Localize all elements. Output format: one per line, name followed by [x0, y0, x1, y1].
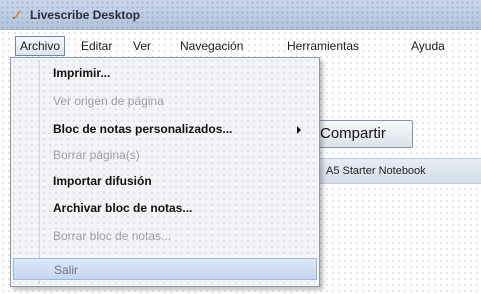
menu-item-delete-notebook: Borrar bloc de notas...	[53, 229, 172, 243]
notebook-tab[interactable]: A5 Starter Notebook	[316, 158, 481, 184]
menu-editar[interactable]: Editar	[81, 36, 112, 56]
menu-item-custom-notebooks[interactable]: Bloc de notas personalizados...	[13, 118, 317, 140]
menu-item-import-pencast[interactable]: Importar difusión	[13, 170, 317, 192]
menu-ver[interactable]: Ver	[133, 36, 151, 56]
submenu-arrow-icon	[297, 126, 301, 134]
menu-item-archive-notebook[interactable]: Archivar bloc de notas...	[13, 197, 317, 219]
notebook-name: A5 Starter Notebook	[326, 165, 426, 177]
livescribe-app-icon	[13, 10, 21, 19]
menu-ayuda[interactable]: Ayuda	[411, 36, 445, 56]
menu-item-exit[interactable]: Salir	[13, 258, 317, 280]
file-menu-dropdown: Imprimir... Ver origen de página Bloc de…	[10, 57, 320, 287]
share-button[interactable]: Compartir	[313, 120, 413, 148]
menu-item-print[interactable]: Imprimir...	[13, 62, 317, 84]
menu-item-custom-notebooks-label: Bloc de notas personalizados...	[53, 122, 233, 136]
title-bar: Livescribe Desktop	[0, 0, 481, 30]
window-title: Livescribe Desktop	[30, 8, 141, 22]
menu-archivo[interactable]: Archivo	[15, 36, 66, 56]
menu-herramientas[interactable]: Herramientas	[287, 36, 359, 56]
menu-item-view-page-source: Ver origen de página	[53, 94, 164, 108]
menu-item-delete-pages: Borrar página(s)	[53, 148, 140, 162]
menu-navegacion[interactable]: Navegación	[180, 36, 243, 56]
